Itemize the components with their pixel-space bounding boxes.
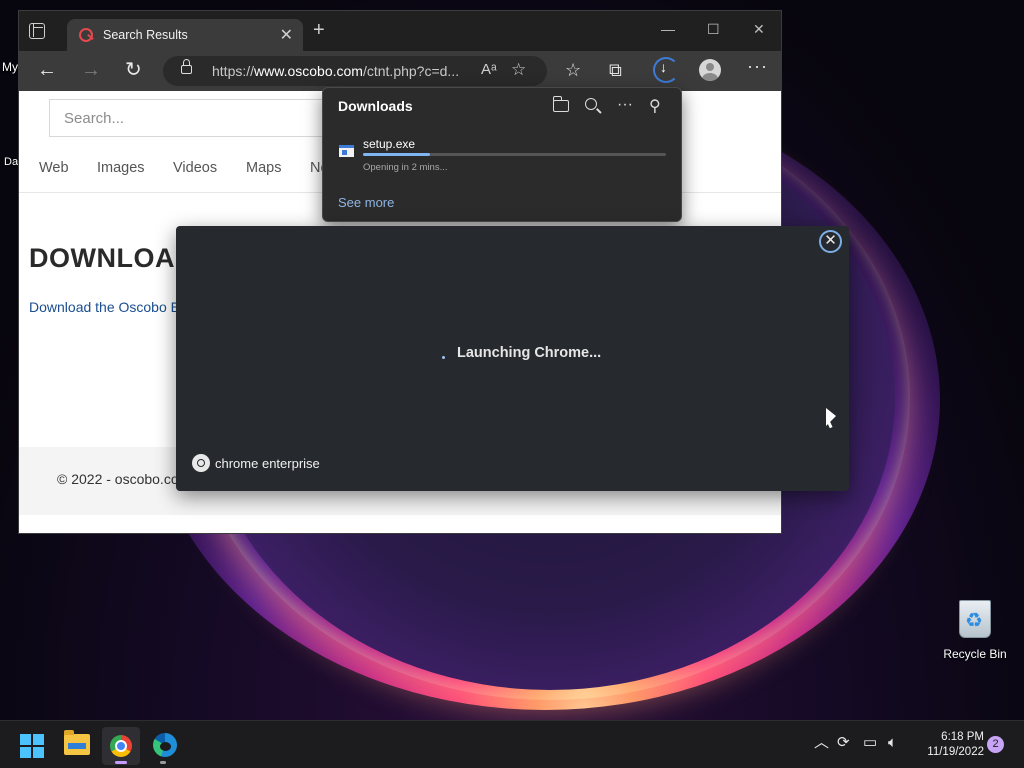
collections-icon[interactable]: ⧉ [609,60,622,80]
downloads-title: Downloads [338,98,413,114]
tab-close-icon[interactable]: ✕ [280,25,293,45]
recycle-bin-label: Recycle Bin [943,647,1007,661]
file-explorer-icon[interactable] [64,730,90,755]
edge-icon[interactable] [153,733,177,757]
notification-badge[interactable]: 2 [987,736,1004,753]
pin-icon[interactable]: ⚲ [649,96,661,116]
browser-toolbar: ← → ↻ https://www.oscobo.com/ctnt.php?c=… [19,51,781,91]
url-text[interactable]: https://www.oscobo.com/ctnt.php?c=d... [212,63,459,79]
address-bar[interactable]: https://www.oscobo.com/ctnt.php?c=d... A… [163,56,547,86]
forward-arrow-icon[interactable]: → [81,59,101,81]
tab-actions-icon[interactable] [29,23,45,39]
search-downloads-icon[interactable] [585,98,597,110]
search-placeholder: Search... [64,110,125,127]
recycle-bin-icon [959,600,991,638]
brand-label: chrome enterprise [215,456,320,471]
nav-images[interactable]: Images [97,160,145,176]
lock-icon[interactable] [181,59,192,74]
download-link[interactable]: Download the Oscobo E [29,299,180,315]
network-icon[interactable]: ▭ [863,735,877,751]
volume-icon[interactable]: 🔈︎ [888,735,897,751]
footer-copyright: © 2022 - oscobo.co [57,471,179,487]
desktop-icon-label-partial[interactable]: My [2,60,18,74]
oscobo-favicon-icon [79,28,93,42]
profile-avatar-icon[interactable] [699,59,721,81]
more-options-icon[interactable]: ··· [617,96,633,114]
more-menu-icon[interactable]: ··· [747,56,768,77]
tab-bar: Search Results ✕ + — ☐ ✕ [19,11,781,51]
maximize-button[interactable]: ☐ [707,21,720,38]
active-app-indicator [115,761,127,764]
download-progress-track [363,153,666,156]
download-file-name[interactable]: setup.exe [363,137,415,151]
clock-date: 11/19/2022 [927,746,984,758]
tab-search-results[interactable]: Search Results ✕ [67,19,303,51]
downloads-icon[interactable]: ↓ [653,57,679,83]
tab-title: Search Results [103,28,188,42]
chrome-icon [110,735,132,757]
nav-videos[interactable]: Videos [173,160,217,176]
sync-icon[interactable]: ⟳ [837,735,850,751]
page-heading: DOWNLOA [29,243,175,273]
running-app-indicator [160,761,166,764]
read-aloud-icon[interactable]: Aᵃ [481,61,497,78]
windows-start-icon[interactable] [20,734,44,758]
add-favorite-icon[interactable]: ☆ [511,60,526,80]
taskbar: ︿ ⟳ ▭ 🔈︎ 6:18 PM 11/19/2022 2 [0,720,1024,768]
chrome-logo-icon [192,454,210,472]
chrome-taskbar-button[interactable] [102,727,140,765]
minimize-button[interactable]: — [661,21,675,37]
favorites-icon[interactable]: ☆ [565,60,581,80]
launch-message: Launching Chrome... [457,345,602,361]
nav-web[interactable]: Web [39,160,69,176]
open-folder-icon[interactable] [552,96,569,112]
nav-maps[interactable]: Maps [246,160,281,176]
search-input[interactable]: Search... [49,99,349,137]
chrome-launch-dialog: ✕ Launching Chrome... chrome enterprise [176,226,849,491]
downloads-flyout: Downloads ··· ⚲ setup.exe Opening in 2 m… [322,87,682,222]
download-status: Opening in 2 mins... [363,162,448,173]
system-clock[interactable]: 6:18 PM 11/19/2022 [912,730,984,760]
close-window-button[interactable]: ✕ [753,21,765,38]
chevron-up-icon[interactable]: ︿ [814,735,829,751]
loading-spinner-icon [442,356,445,359]
refresh-icon[interactable]: ↻ [125,59,142,81]
close-circle-icon[interactable]: ✕ [819,230,842,253]
back-arrow-icon[interactable]: ← [37,59,57,81]
exe-file-icon [339,145,354,157]
recycle-bin[interactable]: Recycle Bin [940,596,1010,666]
clock-time: 6:18 PM [941,731,984,743]
download-progress-fill [363,153,430,156]
desktop-icon-label-partial-2[interactable]: Da [4,156,18,168]
mouse-cursor-icon [826,408,836,426]
new-tab-button[interactable]: + [313,20,325,40]
see-more-link[interactable]: See more [338,195,394,210]
